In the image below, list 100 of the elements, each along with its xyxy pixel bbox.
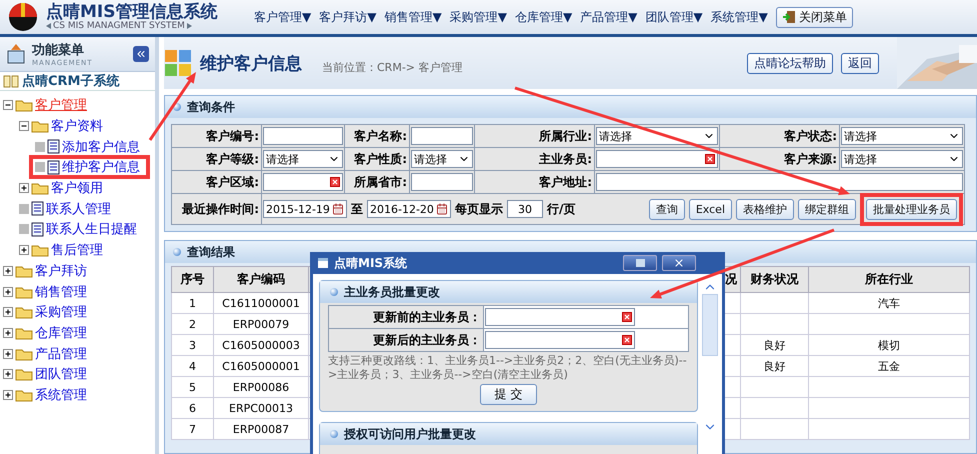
submit-button[interactable]: 提 交 — [480, 384, 538, 405]
expand-icon[interactable] — [3, 286, 13, 297]
tree-item[interactable]: 客户资料 — [51, 117, 103, 136]
menu-item[interactable]: 采购管理▼ — [450, 8, 507, 26]
document-icon — [31, 201, 44, 216]
clear-icon[interactable] — [705, 154, 715, 164]
tree-item[interactable]: 客户领用 — [51, 179, 103, 198]
select-field[interactable]: 请选择 — [596, 127, 718, 145]
toolbar-button[interactable]: 表格维护 — [736, 198, 794, 220]
toolbar-button[interactable]: 绑定群组 — [798, 198, 856, 220]
tree-item[interactable]: 售后管理 — [51, 241, 103, 260]
tree-item[interactable]: 团队管理 — [35, 365, 87, 384]
tree-item[interactable]: 销售管理 — [35, 282, 87, 301]
lookup-field[interactable] — [596, 150, 718, 168]
tree-item[interactable]: 仓库管理 — [35, 324, 87, 342]
field-label: 客户地址: — [474, 170, 594, 194]
tree-item[interactable]: 客户管理 — [35, 96, 87, 114]
column-header: 所在行业 — [865, 272, 913, 286]
input-field[interactable] — [263, 127, 343, 145]
input-field[interactable] — [411, 127, 473, 145]
section-title: 主业务员批量更改 — [344, 284, 440, 300]
tree-item[interactable]: 客户拜访 — [35, 262, 87, 280]
menu-item[interactable]: 客户管理▼ — [254, 8, 312, 26]
input-field[interactable] — [596, 173, 963, 191]
expand-icon[interactable] — [3, 369, 13, 380]
table-cell: ERP00079 — [214, 314, 308, 334]
table-cell: C1611000001 — [214, 292, 308, 314]
clear-icon[interactable] — [622, 312, 632, 322]
input-field[interactable] — [411, 173, 473, 191]
select-field[interactable]: 请选择 — [263, 150, 343, 168]
page-size-field[interactable]: 30 — [507, 200, 543, 218]
table-cell: C1605000001 — [214, 356, 308, 376]
select-field[interactable]: 请选择 — [841, 127, 963, 145]
window-icon — [317, 257, 329, 269]
panel-title: 查询结果 — [187, 244, 235, 260]
expand-icon[interactable] — [3, 266, 13, 276]
bullet-icon — [330, 430, 338, 438]
lookup-field[interactable] — [263, 173, 343, 191]
toolbar-button[interactable]: 查询 — [648, 198, 685, 220]
field-label: 主业务员: — [474, 148, 594, 170]
toolbar-button[interactable]: 批量处理业务员 — [866, 198, 957, 220]
tree-item[interactable]: 添加客户信息 — [62, 138, 140, 156]
folder-icon — [15, 98, 33, 112]
range-separator: 至 — [351, 200, 363, 218]
scrollbar-thumb[interactable] — [702, 294, 718, 356]
exit-icon — [782, 10, 796, 24]
menu-item[interactable]: 客户拜访▼ — [319, 8, 376, 26]
folder-icon — [15, 305, 33, 320]
date-field[interactable]: 2016-12-20 — [367, 200, 451, 218]
tree-item[interactable]: 维护客户信息 — [62, 158, 140, 176]
page-icon — [164, 49, 192, 77]
calendar-icon[interactable] — [332, 203, 344, 215]
clear-icon[interactable] — [330, 177, 340, 187]
calendar-icon[interactable] — [436, 203, 448, 215]
select-field[interactable]: 请选择 — [841, 150, 963, 168]
header-button[interactable]: 点晴论坛帮助 — [747, 52, 833, 74]
expand-icon[interactable] — [3, 390, 13, 400]
tree-item[interactable]: 联系人管理 — [46, 200, 111, 218]
tree-item[interactable]: 采购管理 — [35, 303, 87, 322]
expand-icon[interactable] — [3, 307, 13, 318]
restore-button[interactable] — [623, 255, 657, 271]
expand-icon[interactable] — [19, 183, 29, 194]
menu-item[interactable]: 产品管理▼ — [580, 8, 638, 26]
document-icon — [47, 139, 60, 154]
logo-icon — [8, 2, 38, 32]
field-label: 客户区域: — [172, 170, 262, 194]
field-label: 更新前的主业务员： — [328, 306, 484, 328]
date-field[interactable]: 2015-12-19 — [263, 200, 347, 218]
collapse-icon[interactable] — [3, 100, 13, 110]
dialog-title: 点晴MIS系统 — [334, 254, 408, 272]
bullet-icon — [330, 288, 338, 296]
expand-icon[interactable] — [19, 245, 29, 256]
restore-icon — [634, 258, 646, 268]
tree-item[interactable]: 产品管理 — [35, 344, 87, 363]
expand-icon[interactable] — [3, 328, 13, 338]
menu-item[interactable]: 团队管理▼ — [645, 8, 703, 26]
field-label: 所属行业: — [474, 124, 594, 148]
tree-item[interactable]: 联系人生日提醒 — [46, 220, 137, 238]
leaf-node-icon — [19, 204, 29, 214]
menu-item[interactable]: 仓库管理▼ — [514, 8, 572, 26]
table-cell: ERP00086 — [214, 376, 308, 398]
close-button[interactable] — [662, 255, 696, 271]
column-header: 况 — [725, 272, 737, 286]
lookup-field[interactable] — [485, 308, 635, 326]
lookup-field[interactable] — [485, 331, 635, 349]
header-button[interactable]: 返回 — [841, 52, 879, 74]
folder-icon — [31, 119, 49, 134]
collapse-icon[interactable] — [19, 121, 29, 132]
toolbar-button[interactable]: Excel — [688, 198, 732, 220]
clear-icon[interactable] — [622, 335, 632, 345]
tree-item[interactable]: 系统管理 — [35, 386, 87, 404]
menu-item[interactable]: 销售管理▼ — [384, 8, 442, 26]
collapse-button[interactable] — [133, 46, 149, 62]
table-cell: 5 — [172, 376, 214, 398]
select-field[interactable]: 请选择 — [411, 150, 473, 168]
expand-icon[interactable] — [3, 348, 13, 359]
close-menu-button[interactable]: 关闭菜单 — [776, 6, 853, 28]
field-label: 客户状态: — [720, 124, 840, 148]
app-title: 点晴MIS管理信息系统 — [46, 3, 218, 21]
menu-item[interactable]: 系统管理▼ — [710, 8, 768, 26]
